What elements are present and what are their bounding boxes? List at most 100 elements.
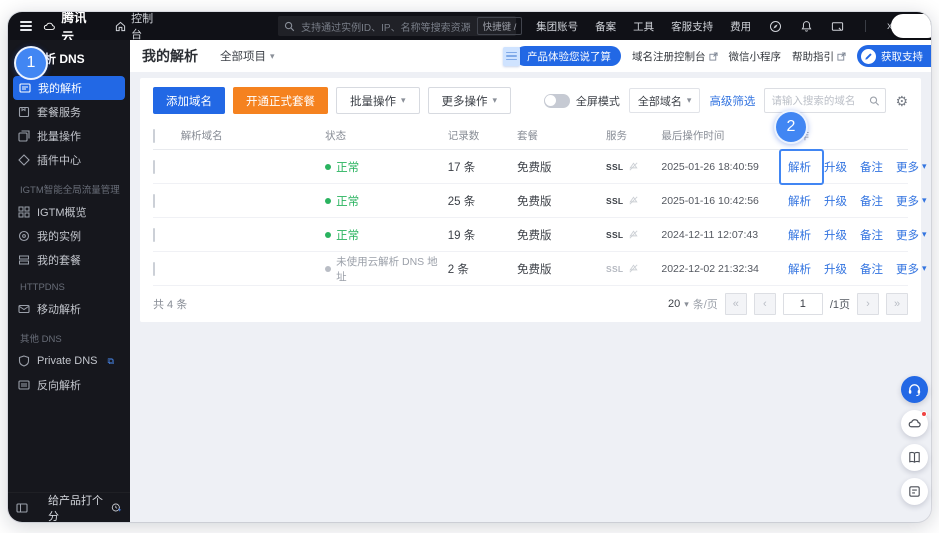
page-title: 我的解析 [142,48,198,64]
fullscreen-toggle[interactable] [543,93,570,108]
ssl-badge: SSL [605,195,624,206]
home-icon [115,19,127,33]
row-checkbox[interactable] [153,227,155,242]
table-row: 正常 19 条 免费版 SSL 2024-12-11 12:07:43 解析 升… [153,218,927,252]
more-ops-dropdown[interactable]: 更多操作 ▾ [427,87,512,114]
annotation-step-1: 1 [14,46,48,80]
action-remark-link[interactable]: 备注 [860,159,883,175]
open-paid-plan-button[interactable]: 开通正式套餐 [233,87,328,114]
domain-search-input[interactable] [771,94,869,107]
topbar-link-support[interactable]: 客服支持 [671,19,713,34]
action-resolve-link[interactable]: 解析 [788,193,811,209]
sidebar-item-batch-ops[interactable]: 批量操作 [8,124,130,148]
row-checkbox[interactable] [153,193,155,208]
action-more-dropdown[interactable]: 更多 ▾ [896,261,927,277]
batch-ops-dropdown[interactable]: 批量操作 ▾ [336,87,420,114]
row-checkbox[interactable] [153,261,155,276]
current-page-input[interactable]: 1 [782,293,823,315]
topbar-link-group-account[interactable]: 集团账号 [536,19,578,34]
action-resolve-link[interactable]: 解析 [778,148,824,185]
action-upgrade-link[interactable]: 升级 [824,159,847,175]
search-icon[interactable] [869,95,880,107]
console-panel-icon[interactable] [830,19,844,33]
topbar-link-tools[interactable]: 工具 [633,19,654,34]
sidebar-item-label: 我的解析 [38,83,82,95]
survey-button[interactable] [901,478,928,505]
action-more-dropdown[interactable]: 更多 ▾ [896,159,927,175]
instance-icon [18,230,30,242]
sidebar-item-plan-service[interactable]: 套餐服务 [8,100,130,124]
collapse-sidebar-icon[interactable] [16,502,28,514]
page-size-unit: 条/页 [692,299,718,311]
link-label: 域名注册控制台 [632,50,706,63]
get-support-button[interactable]: 获取支持 [857,45,931,67]
action-upgrade-link[interactable]: 升级 [824,261,847,277]
promo-banner-button[interactable]: 产品体验您说了算 [503,46,621,66]
cloud-message-button[interactable] [901,410,928,437]
sidebar-item-plugin-center[interactable]: 插件中心 [8,148,130,172]
sidebar-item-my-plans[interactable]: 我的套餐 [8,248,130,272]
wechat-miniprogram-link[interactable]: 微信小程序 [729,49,782,64]
sidebar: 云解析 DNS 我的解析 套餐服务 批量操作 插件中心 IGTM智能全局流量管理… [8,40,130,522]
action-remark-link[interactable]: 备注 [860,193,883,209]
main-content: 我的解析 全部项目 ▾ 产品体验您说了算 域名注册控制台 微信小程序 帮助指引 … [130,40,931,522]
table-header: 解析域名 状态 记录数 套餐 服务 最后操作时间 操作 2 [153,110,908,150]
sidebar-group-httpdns: HTTPDNS [20,282,65,293]
sidebar-item-mobile-resolution[interactable]: 移动解析 [8,297,130,321]
customer-service-button[interactable] [901,376,928,403]
get-support-label: 获取支持 [881,50,923,63]
sidebar-item-igtm-overview[interactable]: IGTM概览 [8,200,130,224]
domain-registration-console-link[interactable]: 域名注册控制台 [632,49,718,64]
ssl-badge: SSL [605,263,624,274]
prev-page-button[interactable]: ‹ [753,293,776,315]
advanced-filter-link[interactable]: 高级筛选 [709,93,755,109]
last-page-button[interactable]: » [886,293,908,315]
sidebar-item-reverse-resolution[interactable]: 反向解析 [8,373,130,397]
sidebar-group-igtm: IGTM智能全局流量管理 [20,185,120,196]
action-remark-link[interactable]: 备注 [860,227,883,243]
domain-filter-dropdown[interactable]: 全部域名 ▾ [628,88,701,113]
documentation-button[interactable] [901,444,928,471]
gear-icon[interactable]: ⚙ [895,94,908,108]
compass-icon[interactable] [768,19,782,33]
page-size-dropdown[interactable]: 20 ▾ 条/页 [668,296,718,312]
service-icon [629,264,639,273]
help-guide-link[interactable]: 帮助指引 [792,49,846,64]
record-count: 19 条 [447,229,476,242]
domain-search-box[interactable] [764,88,887,113]
action-upgrade-link[interactable]: 升级 [824,193,847,209]
action-remark-link[interactable]: 备注 [860,261,883,277]
rate-product-button[interactable]: 给产品打个分 [48,492,122,522]
project-filter-dropdown[interactable]: 全部项目 ▾ [220,48,275,64]
topbar-link-billing[interactable]: 费用 [730,19,751,34]
ssl-badge: SSL [605,161,624,172]
first-page-button[interactable]: « [724,293,747,315]
plugin-icon [18,154,30,166]
sidebar-item-label: 套餐服务 [37,107,81,119]
sidebar-item-label: 移动解析 [37,304,81,316]
bell-icon[interactable] [799,19,813,33]
table-row: 未使用云解析 DNS 地址 2 条 免费版 SSL 2022-12-02 21:… [153,252,927,286]
row-checkbox[interactable] [153,159,155,174]
sidebar-item-private-dns[interactable]: Private DNS ⧉ [8,349,130,373]
last-op-time: 2022-12-02 21:32:34 [661,262,759,275]
action-more-dropdown[interactable]: 更多 ▾ [896,193,927,209]
action-resolve-link[interactable]: 解析 [788,261,811,277]
shortcut-hint: 快捷键 / [476,17,523,35]
pen-icon [861,48,876,64]
console-link[interactable]: 控制台 [115,12,160,42]
annotation-step-2: 2 [773,110,808,144]
global-search-placeholder: 支持通过实例ID、IP、名称等搜索资源 [301,22,471,34]
action-more-dropdown[interactable]: 更多 ▾ [896,227,927,243]
domain-filter-label: 全部域名 [637,95,682,108]
action-resolve-link[interactable]: 解析 [788,227,811,243]
global-search-input[interactable]: 支持通过实例ID、IP、名称等搜索资源 快捷键 / [278,16,523,36]
action-upgrade-link[interactable]: 升级 [824,227,847,243]
add-domain-button[interactable]: 添加域名 [153,87,225,114]
sidebar-item-my-instances[interactable]: 我的实例 [8,224,130,248]
search-icon [284,19,295,33]
topbar-link-icp[interactable]: 备案 [595,19,616,34]
select-all-checkbox[interactable] [153,128,155,143]
next-page-button[interactable]: › [857,293,879,315]
hamburger-menu-icon[interactable] [20,21,33,31]
